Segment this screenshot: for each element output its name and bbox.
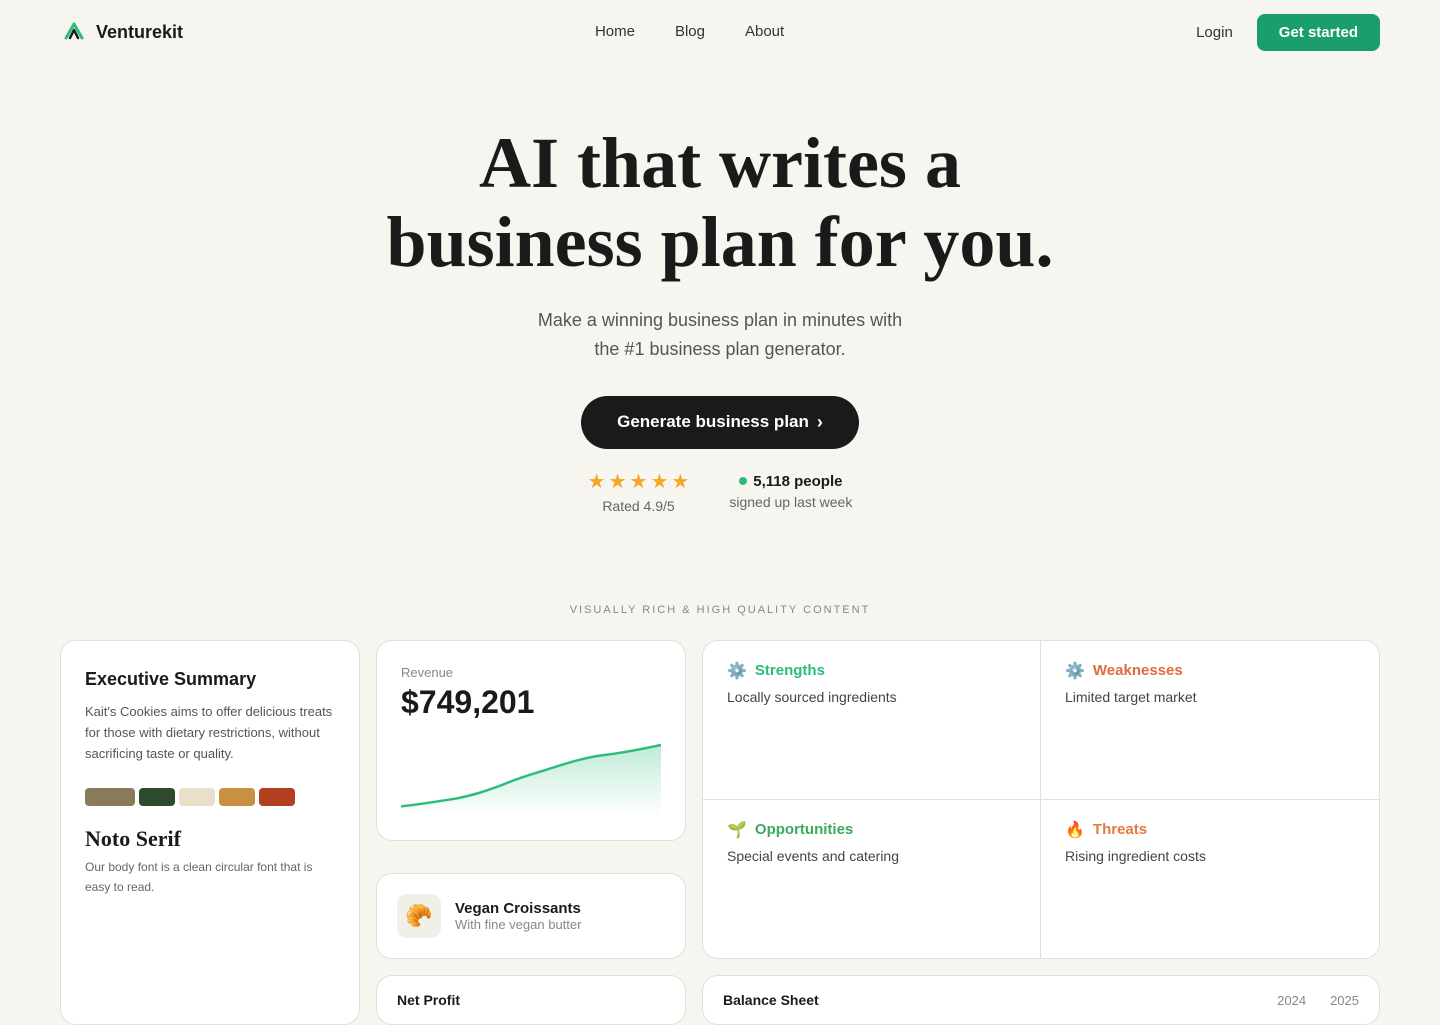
cards-section: Executive Summary Kait's Cookies aims to…	[0, 640, 1440, 1025]
swatch-4	[219, 788, 255, 806]
brand-logo[interactable]: Venturekit	[60, 18, 183, 46]
product-name: Vegan Croissants	[455, 900, 581, 917]
product-card: 🥐 Vegan Croissants With fine vegan butte…	[376, 873, 686, 959]
star-5: ★	[671, 469, 689, 494]
hero-headline-line2: business plan for you.	[387, 202, 1054, 282]
social-proof: ★ ★ ★ ★ ★ Rated 4.9/5 5,118 people signe…	[20, 469, 1420, 514]
font-desc: Our body font is a clean circular font t…	[85, 858, 335, 896]
nav-blog[interactable]: Blog	[675, 23, 705, 40]
generate-button[interactable]: Generate business plan ›	[581, 396, 859, 449]
swot-opportunities: 🌱 Opportunities Special events and cater…	[703, 800, 1041, 959]
generate-button-label: Generate business plan	[617, 412, 809, 432]
star-3: ★	[630, 469, 648, 494]
opportunities-title: Opportunities	[755, 821, 853, 838]
online-dot	[739, 477, 747, 485]
swot-weaknesses: ⚙️ Weaknesses Limited target market	[1041, 641, 1379, 800]
star-1: ★	[588, 469, 606, 494]
threats-title: Threats	[1093, 821, 1147, 838]
year-2025: 2025	[1330, 993, 1359, 1008]
product-sub: With fine vegan butter	[455, 917, 581, 932]
hero-subtext: Make a winning business plan in minutes …	[20, 306, 1420, 364]
font-name: Noto Serif	[85, 826, 335, 852]
strengths-title: Strengths	[755, 662, 825, 679]
rating-text: Rated 4.9/5	[588, 498, 690, 514]
product-info: Vegan Croissants With fine vegan butter	[455, 900, 581, 932]
hero-headline: AI that writes a business plan for you.	[320, 124, 1120, 282]
weaknesses-title: Weaknesses	[1093, 662, 1183, 679]
get-started-button[interactable]: Get started	[1257, 14, 1380, 51]
nav-home[interactable]: Home	[595, 23, 635, 40]
hero-headline-line1: AI that writes a	[479, 123, 961, 203]
net-profit-label: Net Profit	[397, 992, 460, 1008]
swatch-3	[179, 788, 215, 806]
right-column: ⚙️ Strengths Locally sourced ingredients…	[702, 640, 1380, 1025]
swot-strengths: ⚙️ Strengths Locally sourced ingredients	[703, 641, 1041, 800]
nav-about[interactable]: About	[745, 23, 784, 40]
executive-title: Executive Summary	[85, 669, 335, 690]
middle-column: Revenue $749,201 🥐	[376, 640, 686, 1025]
star-rating: ★ ★ ★ ★ ★	[588, 469, 690, 494]
section-label: VISUALLY RICH & HIGH QUALITY CONTENT	[0, 604, 1440, 616]
threats-icon: 🔥	[1065, 820, 1085, 840]
signup-subtitle: signed up last week	[729, 494, 852, 510]
star-2: ★	[609, 469, 627, 494]
balance-sheet-label: Balance Sheet	[723, 992, 819, 1008]
nav-right: Login Get started	[1196, 14, 1380, 51]
revenue-card: Revenue $749,201	[376, 640, 686, 841]
chevron-right-icon: ›	[817, 412, 823, 433]
executive-body: Kait's Cookies aims to offer delicious t…	[85, 702, 335, 764]
opportunities-icon: 🌱	[727, 820, 747, 840]
executive-summary-card: Executive Summary Kait's Cookies aims to…	[60, 640, 360, 1025]
swatch-2	[139, 788, 175, 806]
revenue-chart	[401, 737, 661, 816]
navbar: Venturekit Home Blog About Login Get sta…	[0, 0, 1440, 64]
signup-number: 5,118 people	[753, 473, 842, 490]
star-4: ★	[650, 469, 668, 494]
strengths-icon: ⚙️	[727, 661, 747, 681]
revenue-value: $749,201	[401, 684, 661, 721]
hero-section: AI that writes a business plan for you. …	[0, 64, 1440, 554]
swot-threats: 🔥 Threats Rising ingredient costs	[1041, 800, 1379, 959]
threats-text: Rising ingredient costs	[1065, 848, 1355, 864]
opportunities-text: Special events and catering	[727, 848, 1016, 864]
revenue-label: Revenue	[401, 665, 661, 680]
year-2024: 2024	[1277, 993, 1306, 1008]
product-icon: 🥐	[397, 894, 441, 938]
brand-name: Venturekit	[96, 22, 183, 43]
signup-count: 5,118 people signed up last week	[729, 473, 852, 510]
login-link[interactable]: Login	[1196, 24, 1233, 41]
font-demo: Noto Serif Our body font is a clean circ…	[85, 826, 335, 896]
rating-block: ★ ★ ★ ★ ★ Rated 4.9/5	[588, 469, 690, 514]
swatch-1	[85, 788, 135, 806]
swot-card: ⚙️ Strengths Locally sourced ingredients…	[702, 640, 1380, 959]
weaknesses-icon: ⚙️	[1065, 661, 1085, 681]
weaknesses-text: Limited target market	[1065, 689, 1355, 705]
color-palette	[85, 788, 335, 806]
nav-links: Home Blog About	[595, 23, 784, 41]
strengths-text: Locally sourced ingredients	[727, 689, 1016, 705]
swatch-5	[259, 788, 295, 806]
